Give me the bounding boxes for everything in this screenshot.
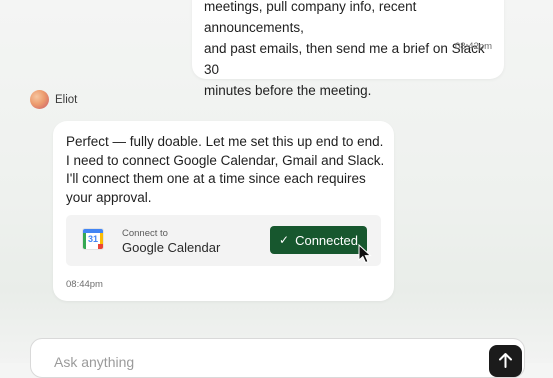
- connected-button-label: Connected: [295, 232, 358, 248]
- message-composer: [30, 338, 525, 378]
- send-button[interactable]: [489, 345, 522, 377]
- chat-input[interactable]: [52, 351, 456, 373]
- user-message-line: minutes before the meeting.: [204, 83, 372, 98]
- agent-name: Eliot: [55, 93, 78, 106]
- connect-google-calendar-card: 31 Connect to Google Calendar ✓ Connecte…: [66, 215, 381, 266]
- agent-avatar: [30, 90, 49, 109]
- agent-header: Eliot: [30, 90, 77, 109]
- agent-message-line: I'll connect them one at a time since ea…: [66, 171, 366, 186]
- checkmark-icon: ✓: [279, 233, 290, 247]
- calendar-icon-number: 31: [87, 234, 98, 244]
- connect-card-title: Google Calendar: [122, 240, 221, 255]
- agent-message-line: your approval.: [66, 189, 152, 205]
- agent-message-text: Perfect — fully doable. Let me set this …: [66, 133, 386, 207]
- connect-card-subtitle: Connect to: [122, 228, 168, 239]
- connected-button[interactable]: ✓ Connected: [270, 226, 367, 254]
- mouse-pointer-icon: [358, 244, 372, 264]
- agent-message-line: I need to connect Google Calendar, Gmail…: [66, 152, 385, 168]
- google-calendar-icon: 31: [83, 229, 103, 249]
- agent-message-bubble: Perfect — fully doable. Let me set this …: [53, 121, 394, 301]
- agent-message-line: Perfect — fully doable. Let me set this …: [66, 134, 384, 149]
- user-message-bubble: meetings, pull company info, recent anno…: [192, 0, 504, 98]
- agent-message-timestamp: 08:44pm: [66, 279, 103, 290]
- arrow-up-icon: [499, 353, 512, 368]
- user-message-timestamp: 08:42pm: [455, 41, 492, 52]
- user-message-line: meetings, pull company info, recent anno…: [204, 0, 417, 35]
